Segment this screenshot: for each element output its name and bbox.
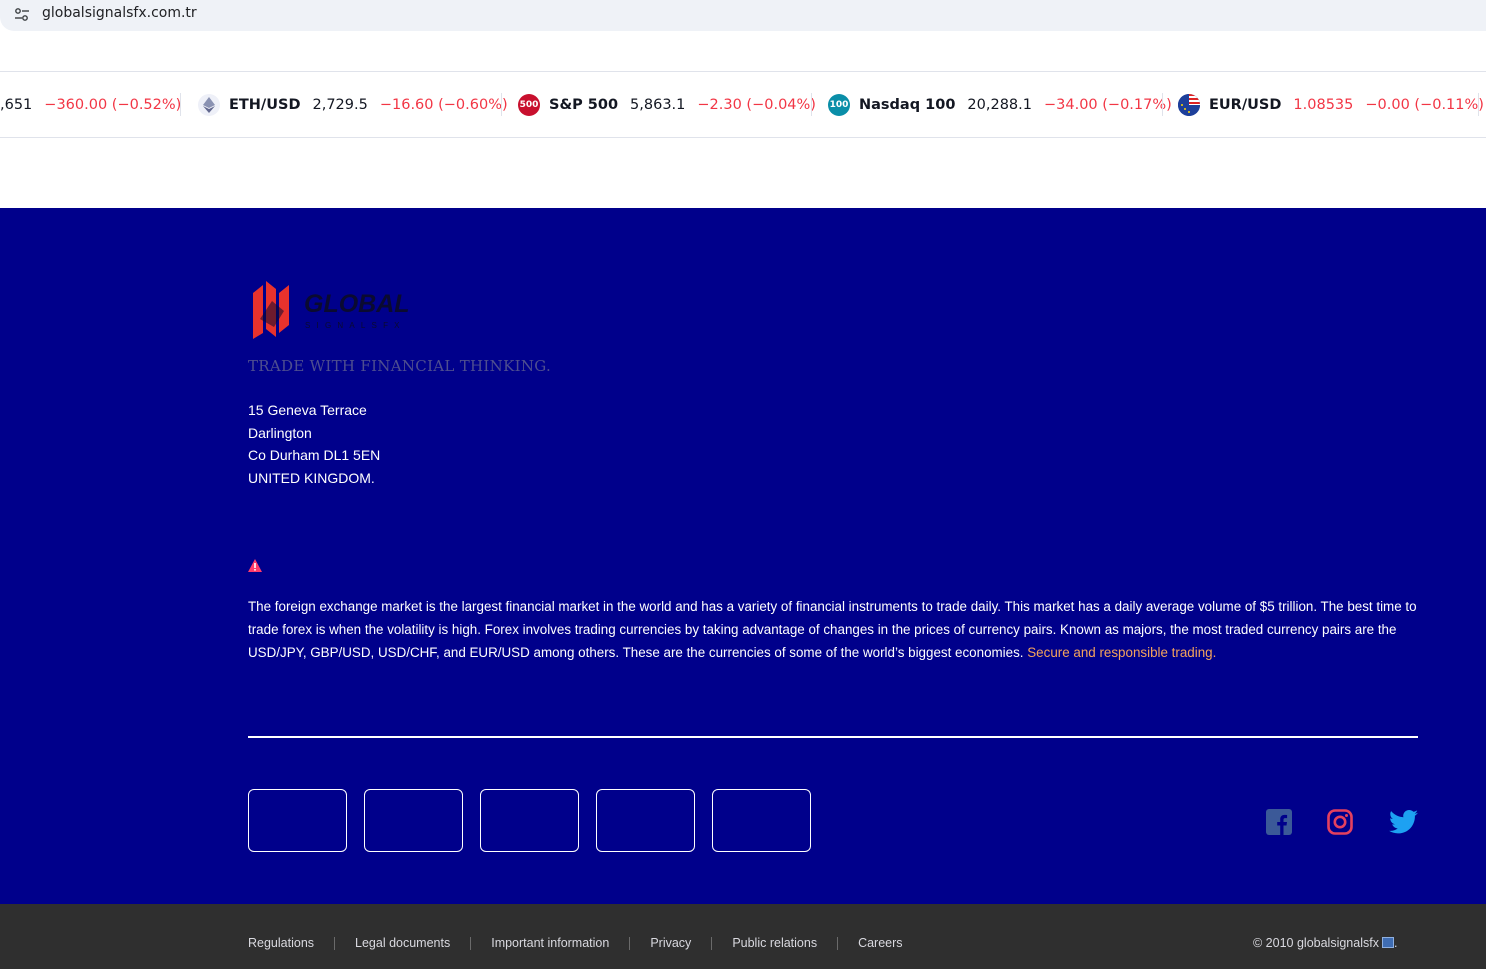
ticker-change: −0.00 (−0.11%): [1365, 96, 1484, 113]
nav-separator: [629, 936, 631, 950]
copyright-text: © 2010 globalsignalsfx: [1253, 936, 1379, 950]
chart-mini-icon: [1381, 937, 1394, 948]
ticker-item[interactable]: ETH/USD 2,729.5 −16.60 (−0.60%): [198, 72, 508, 137]
risk-disclaimer: The foreign exchange market is the large…: [248, 595, 1418, 664]
address-line: Darlington: [248, 424, 312, 441]
ticker-symbol: S&P 500: [549, 96, 619, 113]
partner-badge[interactable]: [480, 789, 579, 852]
nav-separator: [470, 936, 472, 950]
company-address: 15 Geneva Terrace Darlington Co Durham D…: [248, 399, 380, 489]
footer-divider: [248, 736, 1418, 738]
ticker-separator: [180, 93, 181, 116]
brand-logo-icon[interactable]: [250, 281, 296, 341]
ticker-price: ,651: [0, 96, 33, 113]
legal-nav: Regulations Legal documents Important in…: [248, 936, 903, 950]
nav-link-regulations[interactable]: Regulations: [248, 936, 314, 950]
partner-badge[interactable]: [712, 789, 811, 852]
ticker-item[interactable]: 500 S&P 500 5,863.1 −2.30 (−0.04%): [518, 72, 816, 137]
tagline: TRADE WITH FINANCIAL THINKING.: [248, 357, 552, 375]
warning-icon: [248, 559, 262, 572]
tune-icon[interactable]: [14, 7, 30, 23]
copyright: © 2010 globalsignalsfx.: [1253, 936, 1398, 950]
nav-separator: [837, 936, 839, 950]
eur-usd-flag-icon: [1178, 93, 1200, 116]
partner-badge[interactable]: [596, 789, 695, 852]
responsible-trading-link[interactable]: Secure and responsible trading.: [1027, 645, 1216, 660]
ticker-item[interactable]: ,651 −360.00 (−0.52%): [0, 72, 181, 137]
ticker-tape: ,651 −360.00 (−0.52%) ETH/USD 2,729.5 −1…: [0, 71, 1486, 138]
nasdaq-icon: 100: [828, 93, 850, 116]
ticker-price: 20,288.1: [967, 96, 1032, 113]
facebook-icon[interactable]: [1266, 809, 1292, 835]
brand-name: GLOBAL: [304, 290, 410, 318]
ticker-separator: [1478, 93, 1479, 116]
ticker-item[interactable]: EUR/USD 1.08535 −0.00 (−0.11%): [1178, 72, 1484, 137]
ticker-separator: [501, 93, 502, 116]
disclaimer-text: The foreign exchange market is the large…: [248, 599, 1417, 660]
address-line: 15 Geneva Terrace: [248, 402, 367, 418]
ticker-price: 5,863.1: [630, 96, 686, 113]
ticker-separator: [811, 93, 812, 116]
ethereum-icon: [198, 93, 220, 116]
ticker-item[interactable]: 100 Nasdaq 100 20,288.1 −34.00 (−0.17%): [828, 72, 1172, 137]
address-line: Co Durham DL1 5EN: [248, 447, 381, 463]
address-bar[interactable]: globalsignalsfx.com.tr: [0, 0, 1486, 31]
sp500-icon: 500: [518, 93, 540, 116]
nav-link-careers[interactable]: Careers: [858, 936, 902, 950]
twitter-icon[interactable]: [1389, 809, 1418, 835]
nav-separator: [711, 936, 713, 950]
brand-subtitle: SIGNALSFX: [305, 321, 406, 330]
partner-badge[interactable]: [364, 789, 463, 852]
ticker-change: −16.60 (−0.60%): [379, 96, 508, 113]
address-line: UNITED KINGDOM.: [248, 469, 375, 486]
nav-separator: [334, 936, 336, 950]
ticker-separator: [1162, 93, 1163, 116]
nav-link-privacy[interactable]: Privacy: [650, 936, 691, 950]
partner-badge[interactable]: [248, 789, 347, 852]
ticker-change: −360.00 (−0.52%): [44, 96, 182, 113]
nav-link-public-relations[interactable]: Public relations: [732, 936, 817, 950]
ticker-symbol: EUR/USD: [1209, 96, 1282, 113]
ticker-price: 2,729.5: [312, 96, 368, 113]
url-text[interactable]: globalsignalsfx.com.tr: [42, 5, 197, 21]
ticker-change: −2.30 (−0.04%): [697, 96, 816, 113]
instagram-icon[interactable]: [1327, 809, 1353, 835]
ticker-symbol: Nasdaq 100: [859, 96, 956, 113]
ticker-change: −34.00 (−0.17%): [1044, 96, 1172, 113]
ticker-symbol: ETH/USD: [229, 96, 301, 113]
nav-link-important-information[interactable]: Important information: [491, 936, 609, 950]
ticker-price: 1.08535: [1293, 96, 1354, 113]
nav-link-legal-documents[interactable]: Legal documents: [355, 936, 450, 950]
